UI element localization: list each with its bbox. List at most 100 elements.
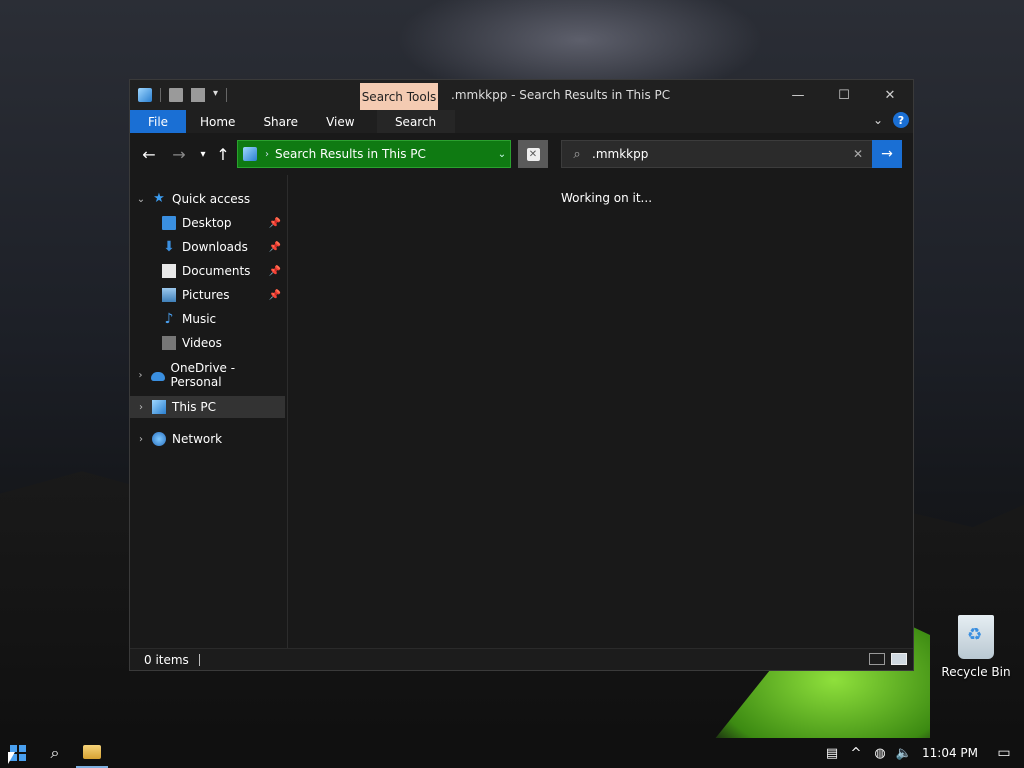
sidebar-item-videos[interactable]: Videos [130,332,285,354]
file-list-pane[interactable]: Working on it... [290,175,913,648]
sidebar-item-label: Documents [182,264,251,278]
tab-view[interactable]: View [312,110,368,133]
search-go-button[interactable]: → [872,140,902,168]
window-title: .mmkkpp - Search Results in This PC [451,88,671,102]
recent-locations-icon[interactable]: ▾ [192,143,214,165]
address-dropdown-icon[interactable]: ⌄ [494,149,510,160]
navigation-pane: ⌄ ★ Quick access Desktop 📌 ⬇ Downloads 📌… [130,175,288,648]
recycle-bin-label: Recycle Bin [941,665,1011,679]
clear-search-icon[interactable]: ✕ [844,147,872,161]
document-icon [162,264,176,278]
sidebar-item-network[interactable]: › Network [130,428,285,450]
this-pc-icon [138,88,152,102]
sidebar-item-label: Desktop [182,216,232,230]
search-progress-message: Working on it... [561,191,653,205]
ribbon-right-controls: ⌄ ? [873,112,909,128]
search-tools-context-tab: Search Tools [360,83,438,110]
toolbar-divider [160,88,161,102]
status-bar: 0 items [130,648,913,670]
sidebar-item-label: Music [182,312,217,326]
stop-search-button[interactable]: ✕ [518,140,548,168]
network-icon [152,432,166,446]
volume-muted-icon[interactable]: 🔈 [892,746,916,761]
star-icon: ★ [153,191,165,206]
help-icon[interactable]: ? [893,112,909,128]
status-divider [198,653,200,666]
ribbon-tabs: File Home Share View Search ⌄ ? [130,110,913,133]
toolbar-divider [226,88,228,102]
taskbar: ⌕ ▤ ^ ◍ 🔈 11:04 PM ▭ [0,738,1024,768]
back-button[interactable]: ← [138,143,160,165]
desktop-icon [162,216,176,230]
customize-toolbar-icon[interactable]: ▾ [213,88,218,102]
system-tray: ▤ ^ ◍ 🔈 11:04 PM ▭ [820,738,1024,768]
start-button[interactable] [0,738,36,768]
picture-icon [162,288,176,302]
close-button[interactable]: ✕ [867,80,913,110]
tab-file[interactable]: File [130,110,186,133]
cloud-icon [151,372,165,381]
item-count: 0 items [144,652,189,667]
notification-center-icon[interactable]: ▭ [984,745,1024,761]
download-icon: ⬇ [163,239,175,255]
address-bar[interactable]: › Search Results in This PC ⌄ [237,140,511,168]
sidebar-item-label: This PC [172,400,216,414]
sidebar-item-quick-access[interactable]: ⌄ ★ Quick access [130,188,285,210]
new-folder-icon[interactable] [191,88,205,102]
pin-icon: 📌 [268,241,281,253]
taskbar-clock[interactable]: 11:04 PM [916,746,984,760]
sidebar-item-music[interactable]: ♪ Music [130,308,285,330]
search-icon: ⌕ [573,146,581,162]
breadcrumb-chevron-icon[interactable]: › [265,149,269,160]
search-input[interactable] [592,147,844,161]
sidebar-item-desktop[interactable]: Desktop 📌 [130,212,285,234]
expand-ribbon-icon[interactable]: ⌄ [873,113,883,127]
sidebar-item-label: Quick access [172,192,251,206]
address-path: Search Results in This PC [275,147,426,161]
sidebar-item-label: Videos [182,336,222,350]
pin-icon: 📌 [268,265,281,277]
folder-icon [83,745,101,759]
properties-icon[interactable] [169,88,183,102]
tab-home[interactable]: Home [186,110,249,133]
mouse-cursor [8,752,15,764]
view-switcher [869,653,907,665]
sidebar-item-label: Pictures [182,288,230,302]
this-pc-icon [243,147,257,161]
window-controls: — ☐ ✕ [775,80,913,110]
sidebar-item-documents[interactable]: Documents 📌 [130,260,285,282]
sidebar-item-pictures[interactable]: Pictures 📌 [130,284,285,306]
video-icon [162,336,176,350]
file-explorer-window: ▾ Search Tools .mmkkpp - Search Results … [129,79,914,671]
show-hidden-icons-icon[interactable]: ^ [844,746,868,761]
news-widget-icon[interactable]: ▤ [820,746,844,761]
network-globe-icon[interactable]: ◍ [868,746,892,761]
chevron-down-icon[interactable]: ⌄ [130,194,152,205]
recycle-bin-icon [958,615,994,659]
large-icons-view-icon[interactable] [891,653,907,665]
minimize-button[interactable]: — [775,80,821,110]
sidebar-item-onedrive[interactable]: › OneDrive - Personal [130,361,285,389]
stop-icon: ✕ [526,147,540,161]
sidebar-item-label: Downloads [182,240,248,254]
chevron-right-icon[interactable]: › [130,370,151,381]
chevron-right-icon[interactable]: › [130,434,152,445]
pin-icon: 📌 [268,217,281,229]
recycle-bin-desktop-icon[interactable]: Recycle Bin [940,615,1012,679]
chevron-right-icon[interactable]: › [130,402,152,413]
search-box[interactable]: ⌕ ✕ [561,140,873,168]
taskbar-search-icon[interactable]: ⌕ [40,738,70,768]
sidebar-item-this-pc[interactable]: › This PC [130,396,285,418]
taskbar-file-explorer-button[interactable] [76,738,108,768]
tab-share[interactable]: Share [249,110,312,133]
pin-icon: 📌 [268,289,281,301]
sidebar-item-downloads[interactable]: ⬇ Downloads 📌 [130,236,285,258]
title-bar[interactable]: ▾ Search Tools .mmkkpp - Search Results … [130,80,913,110]
up-button[interactable]: ↑ [212,143,234,165]
sidebar-item-label: OneDrive - Personal [170,361,236,389]
maximize-button[interactable]: ☐ [821,80,867,110]
tab-search[interactable]: Search [376,110,455,133]
forward-button[interactable]: → [168,143,190,165]
music-note-icon: ♪ [164,311,174,327]
details-view-icon[interactable] [869,653,885,665]
